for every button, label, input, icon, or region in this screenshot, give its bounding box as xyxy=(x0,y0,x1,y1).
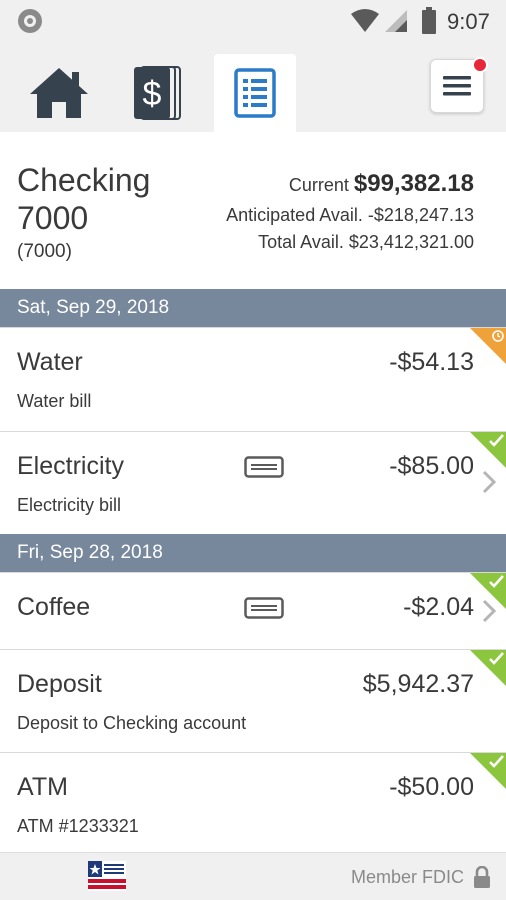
notification-circle-icon xyxy=(18,9,42,33)
card-icon xyxy=(244,456,284,478)
member-fdic-text: Member FDIC xyxy=(350,867,464,887)
current-balance: Current $99,382.18 xyxy=(289,170,474,198)
tab-home[interactable] xyxy=(18,54,100,132)
transaction-amount: -$50.00 xyxy=(389,773,474,801)
anticipated-balance: Anticipated Avail. -$218,247.13 xyxy=(226,205,474,225)
account-number: (7000) xyxy=(17,241,72,262)
transaction-title: Electricity xyxy=(17,452,124,480)
transaction-row[interactable]: ATM ATM #1233321 -$50.00 xyxy=(0,752,506,852)
total-available-balance: Total Avail. $23,412,321.00 xyxy=(258,232,474,252)
transaction-title: Deposit xyxy=(17,670,102,698)
cell-signal-icon xyxy=(385,10,407,32)
notification-badge xyxy=(472,57,488,73)
top-navigation: $ xyxy=(0,42,506,132)
document-list-icon xyxy=(234,68,276,118)
account-name: Checking 7000 xyxy=(17,162,151,236)
hamburger-menu-icon xyxy=(443,76,471,96)
tab-transactions[interactable] xyxy=(214,54,296,132)
status-bar: 9:07 xyxy=(0,0,506,42)
clock-icon xyxy=(492,330,504,342)
clock-time: 9:07 xyxy=(447,9,490,34)
account-summary: Checking 7000 (7000) Current $99,382.18 … xyxy=(0,132,506,288)
footer: Member FDIC xyxy=(0,852,506,900)
transaction-description: Water bill xyxy=(17,391,92,411)
transaction-title: ATM xyxy=(17,773,68,801)
dollar-cards-icon: $ xyxy=(134,66,181,120)
svg-text:$: $ xyxy=(143,75,162,113)
home-icon xyxy=(30,68,88,118)
battery-icon xyxy=(422,7,436,34)
transaction-amount: -$2.04 xyxy=(403,593,474,621)
transaction-amount: -$85.00 xyxy=(389,452,474,480)
transaction-row[interactable]: Coffee -$2.04 xyxy=(0,572,506,649)
transaction-amount: -$54.13 xyxy=(389,348,474,376)
tab-accounts[interactable]: $ xyxy=(116,54,198,132)
checkmark-icon xyxy=(489,652,504,665)
transaction-title: Coffee xyxy=(17,593,91,621)
transaction-row[interactable]: Electricity Electricity bill -$85.00 xyxy=(0,431,506,534)
transaction-title: Water xyxy=(17,348,83,376)
card-icon xyxy=(244,597,284,619)
date-header: Fri, Sep 28, 2018 xyxy=(0,534,506,572)
current-balance-amount: $99,382.18 xyxy=(353,170,474,197)
checkmark-icon xyxy=(489,575,504,588)
chevron-right-icon xyxy=(482,470,496,494)
transaction-row[interactable]: Deposit Deposit to Checking account $5,9… xyxy=(0,649,506,752)
transaction-description: Electricity bill xyxy=(17,495,122,515)
transaction-description: ATM #1233321 xyxy=(17,816,139,836)
date-header: Sat, Sep 29, 2018 xyxy=(0,289,506,327)
checkmark-icon xyxy=(489,434,504,447)
transaction-amount: $5,942.37 xyxy=(362,670,474,698)
checkmark-icon xyxy=(489,755,504,768)
lock-icon xyxy=(474,866,490,888)
transaction-row[interactable]: Water Water bill -$54.13 xyxy=(0,327,506,431)
transaction-description: Deposit to Checking account xyxy=(17,713,247,733)
bank-logo-icon xyxy=(88,861,126,891)
wifi-icon xyxy=(351,9,379,32)
current-balance-label: Current xyxy=(288,175,349,195)
